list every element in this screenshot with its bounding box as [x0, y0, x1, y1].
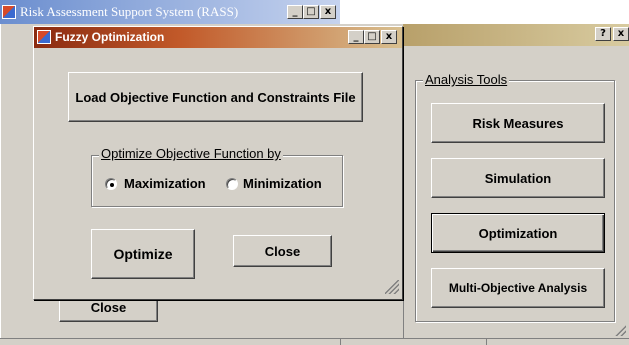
radio-selected-dot — [110, 183, 114, 187]
background-close-button[interactable]: x — [613, 27, 629, 41]
fuzzy-minimize-button[interactable]: _ — [348, 30, 364, 44]
simulation-button[interactable]: Simulation — [431, 158, 605, 198]
fuzzy-close-button[interactable]: x — [381, 30, 397, 44]
status-bar — [0, 338, 629, 345]
rass-minimize-button[interactable]: _ — [287, 5, 303, 19]
status-divider — [486, 339, 487, 345]
risk-measures-button[interactable]: Risk Measures — [431, 103, 605, 143]
help-button[interactable]: ? — [595, 27, 611, 41]
load-objective-file-button[interactable]: Load Objective Function and Constraints … — [68, 72, 363, 122]
resize-grip-icon[interactable] — [385, 280, 399, 294]
rass-app-icon[interactable] — [2, 5, 16, 19]
optimization-button[interactable]: Optimization — [431, 213, 605, 253]
minimization-label[interactable]: Minimization — [243, 176, 322, 191]
minimization-radio[interactable] — [226, 178, 238, 190]
fuzzy-app-icon[interactable] — [37, 30, 51, 44]
optimize-objective-label: Optimize Objective Function by — [99, 146, 283, 161]
rass-window-title: Risk Assessment Support System (RASS) — [20, 4, 239, 19]
fuzzy-dialog-title: Fuzzy Optimization — [55, 30, 165, 44]
multi-objective-analysis-button[interactable]: Multi-Objective Analysis — [431, 268, 605, 308]
fuzzy-close-action-button[interactable]: Close — [233, 235, 332, 267]
resize-grip-icon[interactable] — [612, 322, 626, 336]
maximization-label[interactable]: Maximization — [124, 176, 206, 191]
rass-maximize-button[interactable]: □ — [303, 5, 319, 19]
analysis-tools-label: Analysis Tools — [423, 72, 510, 87]
fuzzy-maximize-button[interactable]: □ — [364, 30, 380, 44]
rass-close-button[interactable]: x — [320, 5, 336, 19]
status-divider — [340, 339, 341, 345]
optimize-button[interactable]: Optimize — [91, 229, 195, 279]
